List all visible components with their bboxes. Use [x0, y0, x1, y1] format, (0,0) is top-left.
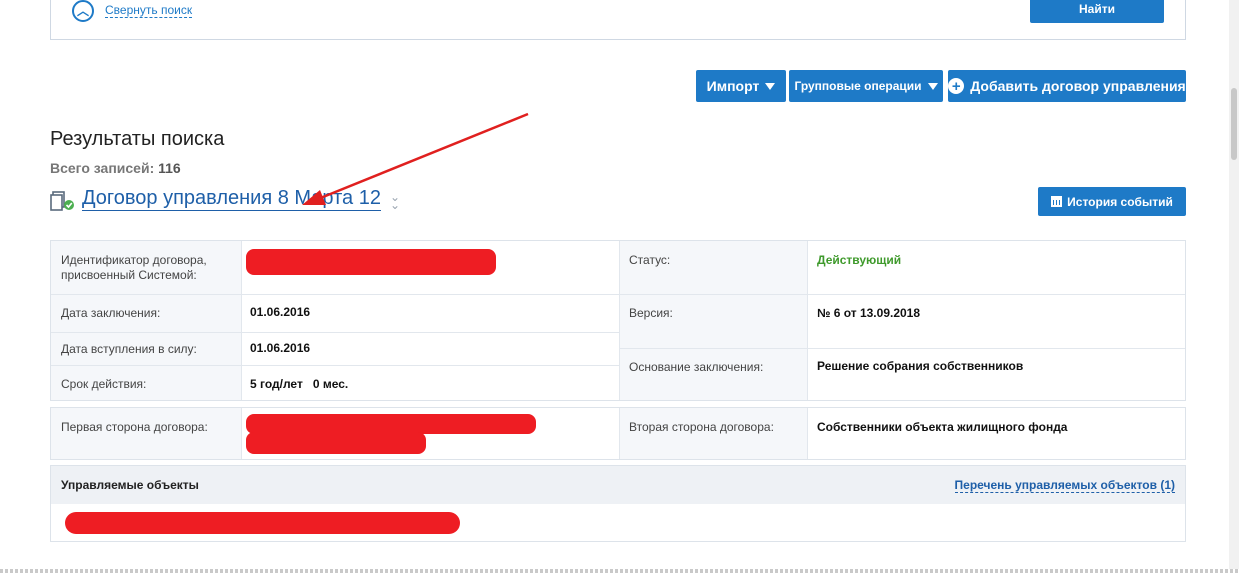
- divider: [807, 408, 808, 459]
- status-label: Статус:: [629, 253, 671, 267]
- plus-circle-icon: +: [948, 78, 965, 94]
- divider: [807, 241, 808, 400]
- group-operations-label: Групповые операции: [794, 79, 922, 93]
- event-history-label: История событий: [1067, 194, 1173, 209]
- basis-value: Решение собрания собственников: [817, 359, 1024, 373]
- add-contract-label: Добавить договор управления: [970, 78, 1186, 94]
- divider: [51, 294, 1185, 295]
- contract-title-link[interactable]: Договор управления 8 Марта 12: [82, 186, 381, 211]
- conclusion-date-label: Дата заключения:: [61, 306, 161, 320]
- search-panel: ︿ Свернуть поиск Найти: [50, 0, 1186, 40]
- managed-objects-list-link[interactable]: Перечень управляемых объектов (1): [954, 478, 1175, 493]
- divider: [619, 408, 620, 459]
- redaction-mark: [246, 432, 426, 454]
- contract-id-label: Идентификатор договора, присвоенный Сист…: [61, 253, 207, 282]
- effective-date-label: Дата вступления в силу:: [61, 342, 197, 356]
- document-check-icon: [50, 191, 74, 211]
- add-contract-button[interactable]: + Добавить договор управления: [948, 70, 1186, 102]
- divider: [241, 241, 242, 400]
- divider: [241, 408, 242, 459]
- redaction-mark: [246, 414, 536, 434]
- vertical-scrollbar[interactable]: [1229, 0, 1239, 573]
- first-party-label: Первая сторона договора:: [61, 420, 208, 434]
- basis-label: Основание заключения:: [629, 360, 764, 374]
- version-value: № 6 от 13.09.2018: [817, 306, 921, 320]
- import-button[interactable]: Импорт: [696, 70, 786, 102]
- second-party-label: Вторая сторона договора:: [629, 420, 774, 434]
- calendar-icon: [1051, 196, 1063, 207]
- group-operations-button[interactable]: Групповые операции: [789, 70, 943, 102]
- divider: [51, 332, 619, 333]
- term-value: 5 год/лет 0 мес.: [250, 377, 349, 391]
- version-label: Версия:: [629, 306, 673, 320]
- event-history-button[interactable]: История событий: [1038, 187, 1186, 216]
- divider: [619, 348, 1185, 349]
- redaction-mark: [65, 512, 460, 534]
- scrollbar-thumb[interactable]: [1231, 88, 1237, 160]
- managed-objects-panel: Управляемые объекты Перечень управляемых…: [50, 465, 1186, 542]
- bottom-divider: [0, 569, 1239, 573]
- redaction-mark: [246, 249, 496, 275]
- divider: [619, 241, 620, 400]
- status-value: Действующий: [817, 253, 902, 267]
- divider: [51, 365, 619, 366]
- total-records: Всего записей: 116: [50, 160, 181, 176]
- parties-table: Первая сторона договора: Вторая сторона …: [50, 407, 1186, 460]
- managed-objects-title: Управляемые объекты: [61, 478, 199, 492]
- effective-date-value: 01.06.2016: [250, 341, 311, 355]
- chevron-up-icon[interactable]: ︿: [72, 0, 94, 22]
- caret-down-icon: [765, 82, 776, 90]
- collapse-search-link[interactable]: Свернуть поиск: [105, 3, 193, 18]
- import-label: Импорт: [706, 78, 760, 94]
- total-label: Всего записей:: [50, 160, 155, 176]
- results-title: Результаты поиска: [50, 128, 225, 150]
- find-button[interactable]: Найти: [1030, 0, 1164, 23]
- total-count: 116: [158, 160, 181, 176]
- managed-objects-header: Управляемые объекты Перечень управляемых…: [51, 466, 1185, 504]
- double-chevron-down-icon[interactable]: ⌄ ⌄: [390, 191, 404, 211]
- second-party-value: Собственники объекта жилищного фонда: [817, 420, 1068, 434]
- caret-down-icon: [927, 82, 938, 90]
- term-label: Срок действия:: [61, 377, 147, 391]
- contract-info-table: Идентификатор договора, присвоенный Сист…: [50, 240, 1186, 401]
- conclusion-date-value: 01.06.2016: [250, 305, 311, 319]
